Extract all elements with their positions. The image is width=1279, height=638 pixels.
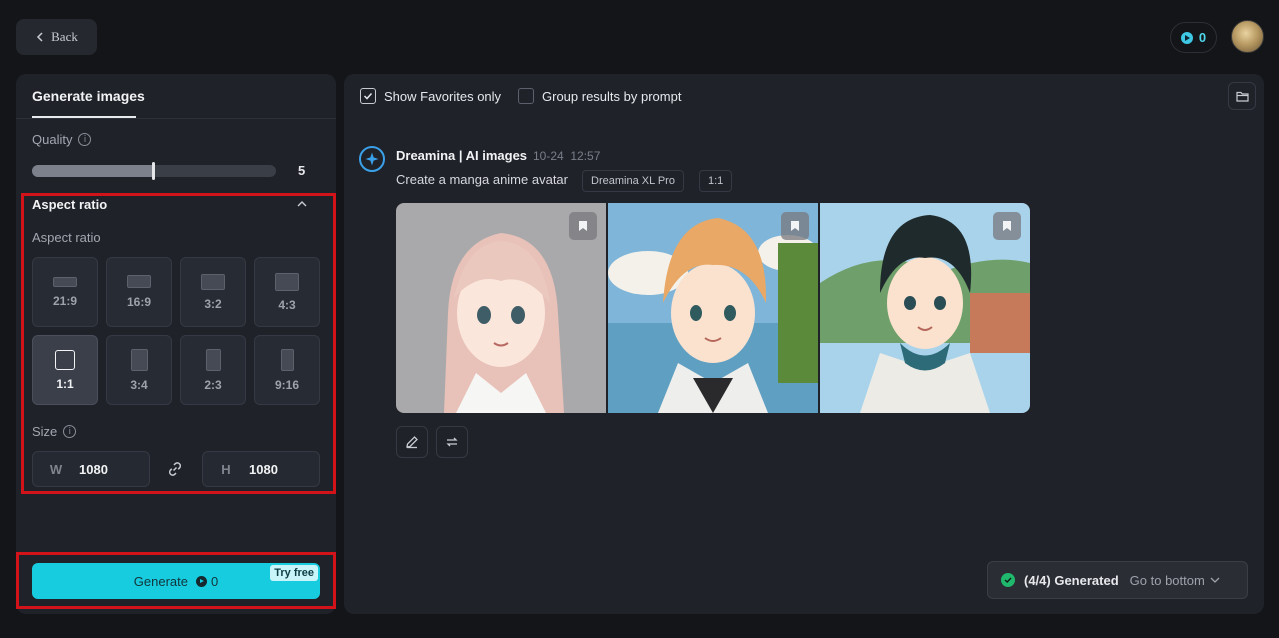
credits-count: 0: [1198, 30, 1207, 45]
ratio-option-3-4[interactable]: 3:4: [106, 335, 172, 405]
group-by-prompt-toggle[interactable]: Group results by prompt: [518, 88, 681, 104]
width-field[interactable]: W 1080: [32, 451, 150, 487]
bookmark-button[interactable]: [569, 212, 597, 240]
ratio-3-4-icon: [130, 348, 148, 371]
results-panel: Show Favorites only Group results by pro…: [344, 74, 1264, 614]
generate-panel: Generate images Quality i 5 Aspect ratio…: [16, 74, 336, 614]
ratio-option-21-9[interactable]: 21:9: [32, 257, 98, 327]
chevron-down-icon: [1210, 577, 1220, 583]
model-tag: Dreamina XL Pro: [582, 170, 684, 192]
bookmark-icon: [791, 221, 799, 231]
size-label: Size i: [32, 424, 77, 439]
ratio-option-1-1[interactable]: 1:1: [32, 335, 98, 405]
ratio-option-2-3[interactable]: 2:3: [180, 335, 246, 405]
group-by-prompt-label: Group results by prompt: [542, 88, 682, 104]
folder-button[interactable]: [1228, 82, 1256, 110]
regenerate-button[interactable]: [436, 426, 468, 458]
back-button[interactable]: Back: [16, 19, 97, 55]
back-label: Back: [51, 29, 78, 44]
generated-count: (4/4) Generated: [1024, 572, 1119, 588]
prompt-text: Create a manga anime avatar: [396, 172, 568, 187]
generate-label: Generate: [133, 573, 188, 589]
ratio-21-9-icon: [53, 276, 77, 287]
generate-button[interactable]: Generate 0 Try free: [32, 563, 320, 599]
credits-badge[interactable]: 0: [1170, 22, 1217, 53]
aspect-ratio-label: Aspect ratio: [32, 230, 101, 245]
ratio-1-1-icon: [55, 349, 75, 370]
height-prefix: H: [221, 461, 231, 477]
dreamina-logo-icon: [359, 146, 385, 172]
ratio-option-4-3[interactable]: 4:3: [254, 257, 320, 327]
panel-divider: [16, 118, 336, 119]
width-value: 1080: [79, 461, 108, 477]
bookmark-icon: [1003, 221, 1011, 231]
ratio-16-9-icon: [127, 275, 151, 288]
info-icon[interactable]: i: [78, 133, 92, 146]
try-free-badge: Try free: [270, 565, 318, 581]
go-to-bottom-link[interactable]: Go to bottom: [1130, 573, 1205, 588]
ratio-tag: 1:1: [699, 170, 733, 192]
generated-image-3[interactable]: [820, 203, 1030, 413]
regenerate-icon: [446, 437, 458, 447]
quality-slider-fill: [32, 165, 154, 177]
show-favorites-label: Show Favorites only: [384, 88, 502, 104]
credit-coin-icon: [195, 575, 207, 587]
generation-status[interactable]: (4/4) Generated Go to bottom: [987, 561, 1248, 599]
height-value: 1080: [249, 461, 278, 477]
link-icon[interactable]: [166, 460, 184, 478]
result-timestamp: 10-24 12:57: [533, 149, 601, 163]
ratio-option-16-9[interactable]: 16:9: [106, 257, 172, 327]
bookmark-button[interactable]: [781, 212, 809, 240]
user-avatar[interactable]: [1231, 20, 1264, 53]
check-circle-icon: [1001, 573, 1015, 587]
bot-name: Dreamina | AI images: [396, 148, 528, 163]
quality-slider-thumb[interactable]: [152, 162, 155, 180]
folder-icon: [1235, 91, 1249, 102]
width-prefix: W: [49, 461, 63, 477]
edit-icon: [406, 436, 418, 449]
bookmark-button[interactable]: [993, 212, 1021, 240]
edit-button[interactable]: [396, 426, 428, 458]
ratio-option-3-2[interactable]: 3:2: [180, 257, 246, 327]
height-field[interactable]: H 1080: [202, 451, 320, 487]
generated-image-1[interactable]: [396, 203, 606, 413]
credit-coin-icon: [1180, 31, 1193, 44]
chevron-up-icon[interactable]: [297, 200, 307, 208]
generate-cost: 0: [210, 573, 219, 589]
info-icon[interactable]: i: [63, 425, 77, 438]
show-favorites-checkbox[interactable]: [360, 88, 376, 104]
generated-images: [396, 203, 1030, 413]
bookmark-icon: [579, 221, 587, 231]
show-favorites-toggle[interactable]: Show Favorites only: [360, 88, 501, 104]
ratio-2-3-icon: [205, 348, 221, 371]
quality-value: 5: [298, 163, 306, 178]
ratio-option-9-16[interactable]: 9:16: [254, 335, 320, 405]
tab-generate-images[interactable]: Generate images: [32, 88, 145, 104]
quality-label: Quality i: [32, 132, 92, 147]
check-icon: [363, 92, 373, 100]
ratio-9-16-icon: [280, 348, 294, 371]
aspect-ratio-grid: 21:9 16:9 3:2 4:3 1:1 3:4 2:3 9:16: [32, 257, 320, 405]
aspect-ratio-heading[interactable]: Aspect ratio: [32, 197, 107, 212]
ratio-3-2-icon: [201, 273, 225, 290]
generated-image-2[interactable]: [608, 203, 818, 413]
ratio-4-3-icon: [275, 272, 299, 291]
group-by-prompt-checkbox[interactable]: [518, 88, 534, 104]
chevron-left-icon: [37, 32, 43, 42]
